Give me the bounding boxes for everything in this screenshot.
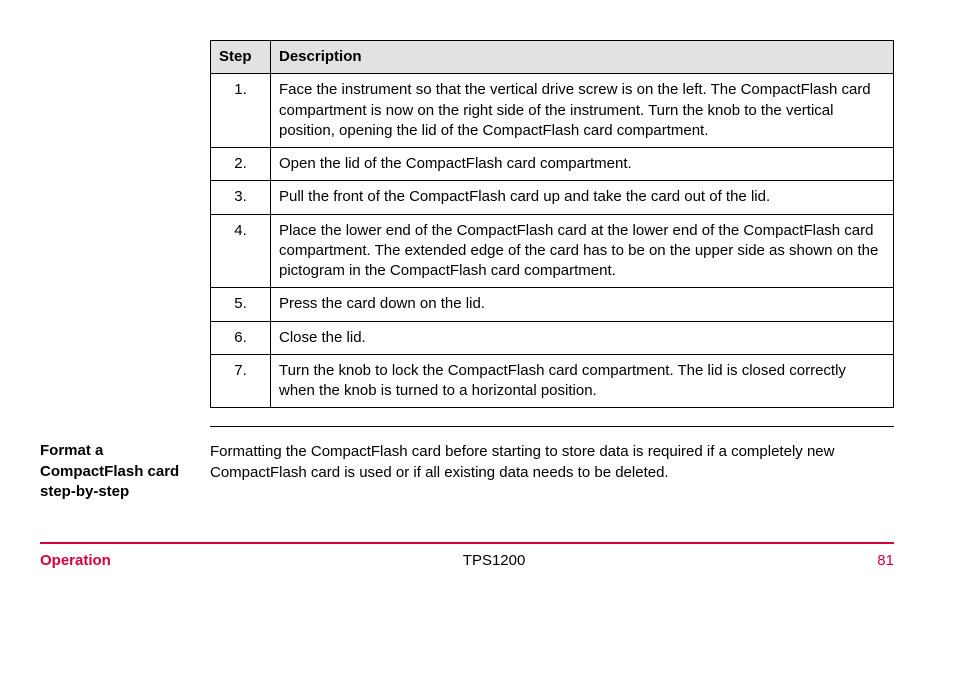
step-number: 7. [211,354,271,408]
step-number: 5. [211,288,271,321]
step-number: 4. [211,214,271,288]
table-row: 1. Face the instrument so that the verti… [211,74,894,148]
step-number: 1. [211,74,271,148]
header-step: Step [211,41,271,74]
section-heading: Format a CompactFlash card step-by-step [40,441,210,502]
section-body: Formatting the CompactFlash card before … [210,441,894,483]
footer-section-name: Operation [40,552,111,569]
step-number: 3. [211,181,271,214]
step-description: Open the lid of the CompactFlash card co… [271,148,894,181]
header-description: Description [271,41,894,74]
table-row: 4. Place the lower end of the CompactFla… [211,214,894,288]
table-row: 3. Pull the front of the CompactFlash ca… [211,181,894,214]
section-divider [210,426,894,427]
step-description: Press the card down on the lid. [271,288,894,321]
format-section: Format a CompactFlash card step-by-step … [40,441,894,502]
step-description: Place the lower end of the CompactFlash … [271,214,894,288]
table-row: 5. Press the card down on the lid. [211,288,894,321]
step-description: Turn the knob to lock the CompactFlash c… [271,354,894,408]
table-row: 6. Close the lid. [211,321,894,354]
table-row: 7. Turn the knob to lock the CompactFlas… [211,354,894,408]
table-row: 2. Open the lid of the CompactFlash card… [211,148,894,181]
step-description: Face the instrument so that the vertical… [271,74,894,148]
footer-model: TPS1200 [463,552,526,569]
step-description: Close the lid. [271,321,894,354]
footer-rule [40,542,894,544]
footer-page-number: 81 [877,552,894,569]
table-header-row: Step Description [211,41,894,74]
step-number: 6. [211,321,271,354]
steps-table-container: Step Description 1. Face the instrument … [210,40,894,408]
step-description: Pull the front of the CompactFlash card … [271,181,894,214]
page-footer: Operation TPS1200 81 [40,552,894,569]
step-number: 2. [211,148,271,181]
steps-table: Step Description 1. Face the instrument … [210,40,894,408]
